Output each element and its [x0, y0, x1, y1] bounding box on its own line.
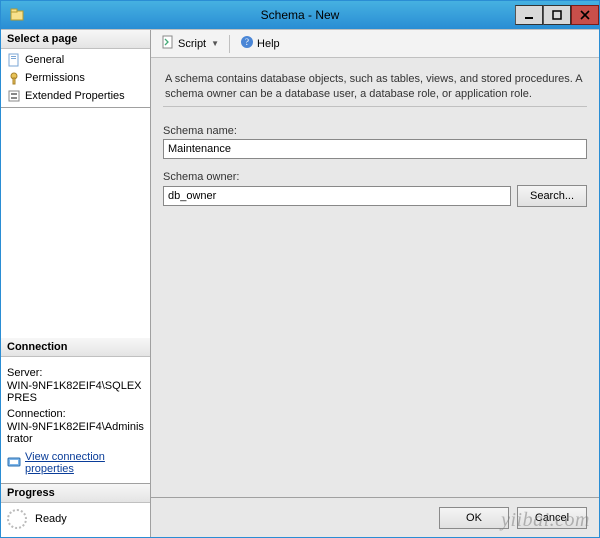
page-extended-properties[interactable]: Extended Properties [1, 87, 150, 105]
chevron-down-icon: ▼ [211, 39, 219, 48]
server-label: Server: [7, 367, 144, 379]
connection-icon [7, 455, 21, 472]
progress-status: Ready [35, 513, 67, 525]
connection-heading: Connection [1, 338, 150, 357]
titlebar: Schema - New [1, 1, 599, 29]
left-spacer [1, 108, 150, 338]
cancel-button[interactable]: Cancel [517, 507, 587, 529]
search-owner-button[interactable]: Search... [517, 185, 587, 207]
view-connection-properties-link[interactable]: View connection properties [25, 451, 144, 475]
select-page-section: Select a page General Permissions [1, 30, 150, 108]
app-icon [7, 5, 27, 25]
page-label: Permissions [25, 72, 85, 84]
schema-name-label: Schema name: [163, 125, 587, 137]
connection-body: Server: WIN-9NF1K82EIF4\SQLEXPRES Connec… [1, 357, 150, 483]
connection-label: Connection: [7, 408, 144, 420]
window-controls [515, 5, 599, 25]
progress-section: Progress Ready [1, 484, 150, 537]
page-label: Extended Properties [25, 90, 125, 102]
toolbar: Script ▼ ? Help [151, 30, 599, 58]
page-icon [7, 53, 21, 67]
server-value: WIN-9NF1K82EIF4\SQLEXPRES [7, 380, 144, 404]
schema-owner-row: Schema owner: Search... [163, 171, 587, 207]
right-panel: Script ▼ ? Help A schema contains databa… [151, 30, 599, 537]
select-page-heading: Select a page [1, 30, 150, 49]
page-permissions[interactable]: Permissions [1, 69, 150, 87]
schema-name-row: Schema name: [163, 125, 587, 159]
script-icon [161, 35, 175, 52]
schema-description: A schema contains database objects, such… [163, 68, 587, 107]
connection-value: WIN-9NF1K82EIF4\Administrator [7, 421, 144, 445]
left-panel: Select a page General Permissions [1, 30, 151, 537]
close-button[interactable] [571, 5, 599, 25]
help-label: Help [257, 38, 280, 50]
help-icon: ? [240, 35, 254, 52]
minimize-button[interactable] [515, 5, 543, 25]
connection-section: Connection Server: WIN-9NF1K82EIF4\SQLEX… [1, 338, 150, 484]
schema-owner-label: Schema owner: [163, 171, 587, 183]
main-body: A schema contains database objects, such… [151, 58, 599, 497]
page-label: General [25, 54, 64, 66]
svg-text:?: ? [245, 37, 249, 47]
content-area: Select a page General Permissions [1, 29, 599, 537]
dialog-window: Schema - New Select a page [0, 0, 600, 538]
script-label: Script [178, 38, 206, 50]
window-title: Schema - New [1, 8, 599, 22]
dialog-footer: OK Cancel [151, 497, 599, 537]
page-list: General Permissions Extended Properties [1, 49, 150, 107]
progress-heading: Progress [1, 484, 150, 503]
toolbar-separator [229, 35, 230, 53]
schema-name-input[interactable] [163, 139, 587, 159]
page-icon [7, 71, 21, 85]
progress-body: Ready [1, 503, 150, 537]
ok-button[interactable]: OK [439, 507, 509, 529]
script-dropdown[interactable]: Script ▼ [157, 33, 223, 54]
page-icon [7, 89, 21, 103]
schema-owner-input[interactable] [163, 186, 511, 206]
help-button[interactable]: ? Help [236, 33, 284, 54]
maximize-button[interactable] [543, 5, 571, 25]
progress-spinner-icon [7, 509, 27, 529]
page-general[interactable]: General [1, 51, 150, 69]
